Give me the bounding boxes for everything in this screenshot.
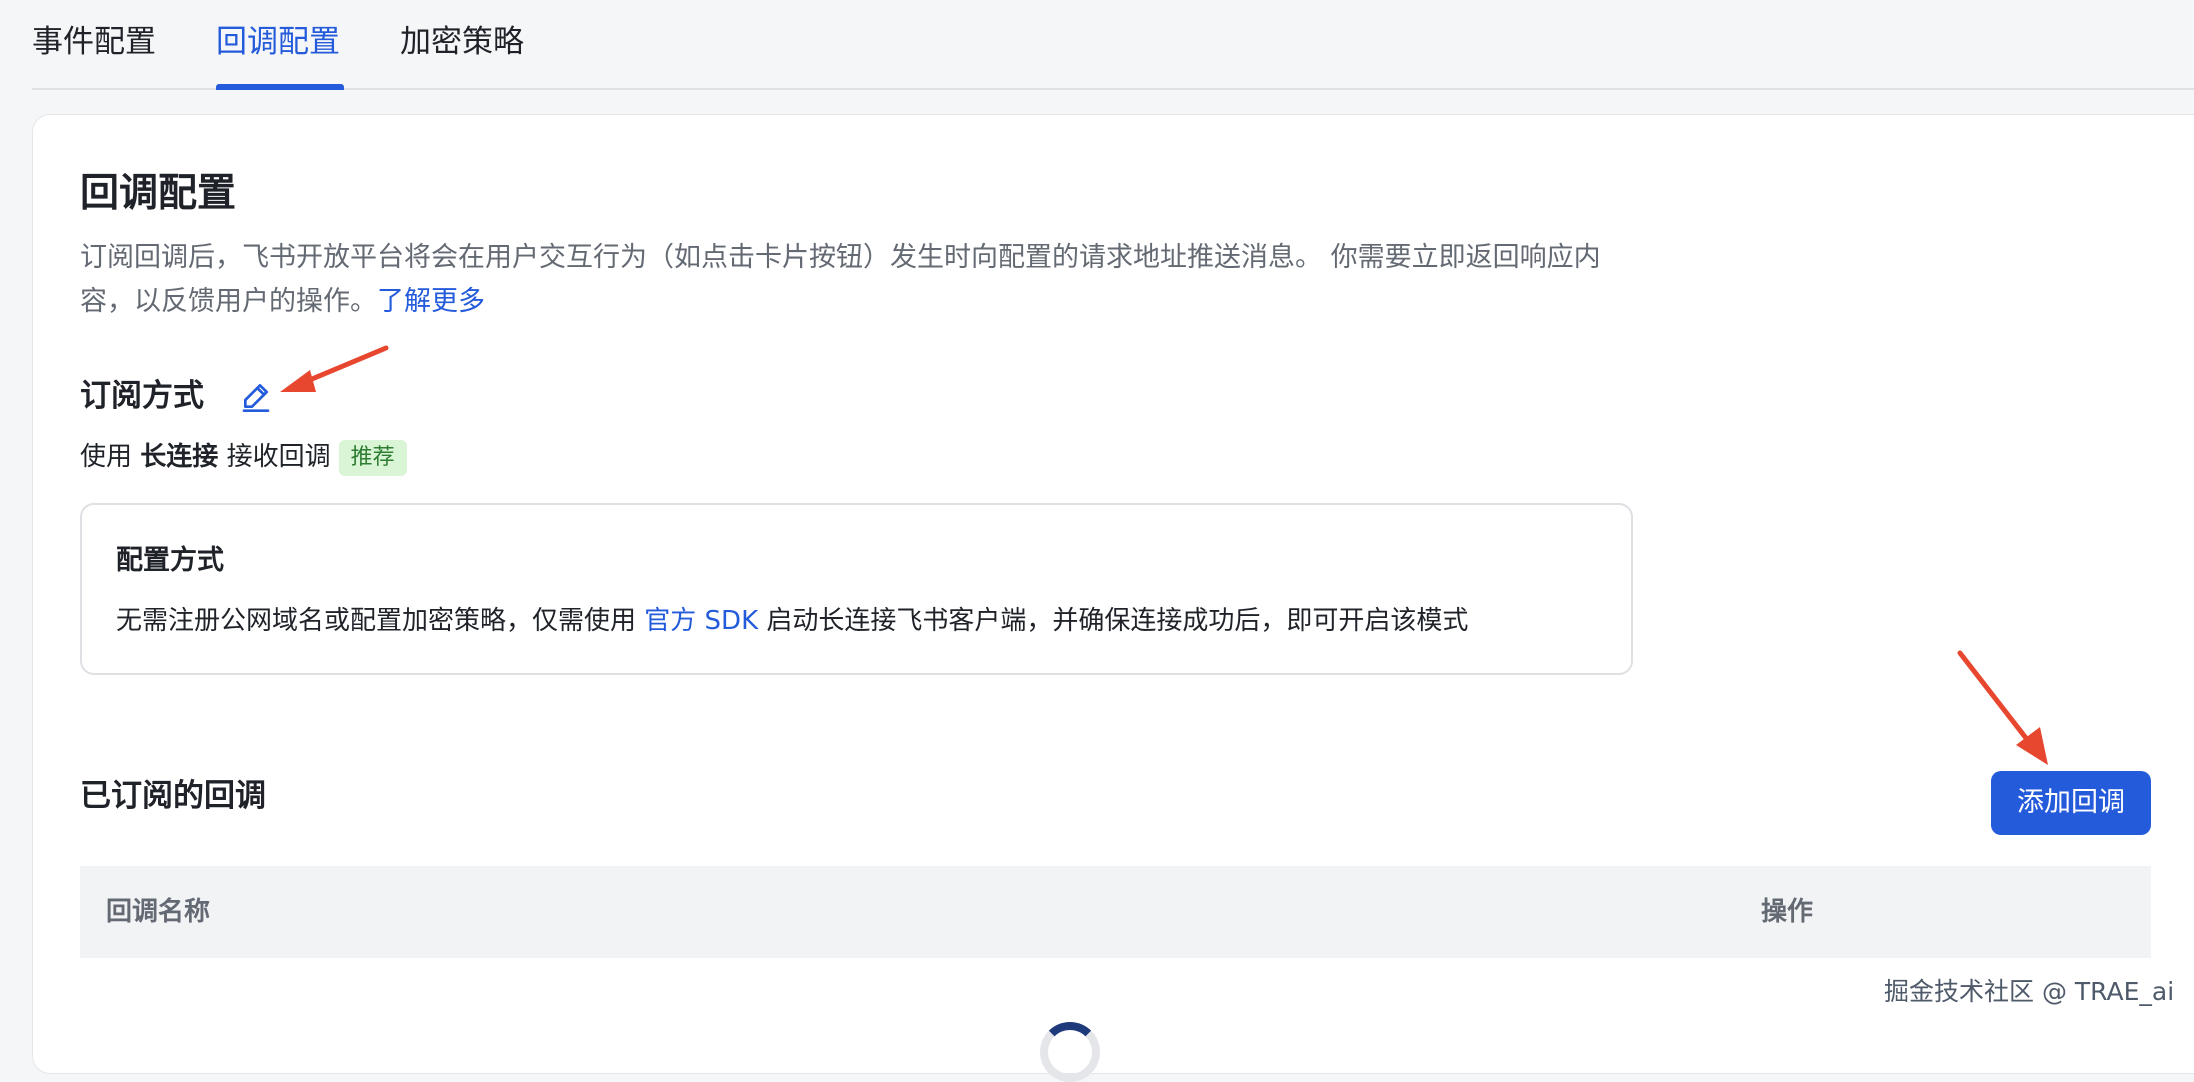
recommended-badge: 推荐 <box>338 439 407 476</box>
config-method-text: 无需注册公网域名或配置加密策略，仅需使用 官方 SDK 启动长连接飞书客户端，并… <box>116 601 1468 641</box>
active-tab-indicator <box>216 84 344 90</box>
loading-spinner-icon <box>1040 1022 1100 1082</box>
watermark: 掘金技术社区 @ TRAE_ai <box>1884 977 2175 1006</box>
callbacks-table-header: 回调名称 操作 <box>80 866 2151 958</box>
description-line2: 容，以反馈用户的操作。 <box>80 286 377 317</box>
pencil-icon[interactable] <box>240 380 272 412</box>
official-sdk-link[interactable]: 官方 SDK <box>644 606 758 636</box>
mode-prefix: 使用 <box>80 442 133 472</box>
column-header-actions: 操作 <box>1761 897 1814 927</box>
tab-event-config[interactable]: 事件配置 <box>32 20 156 64</box>
config-text-before: 无需注册公网域名或配置加密策略，仅需使用 <box>116 606 637 636</box>
add-callback-button[interactable]: 添加回调 <box>1991 771 2151 835</box>
tab-callback-config[interactable]: 回调配置 <box>216 20 340 64</box>
mode-name: 长连接 <box>140 442 219 472</box>
description-line1: 订阅回调后，飞书开放平台将会在用户交互行为（如点击卡片按钮）发生时向配置的请求地… <box>80 242 1601 273</box>
subscription-mode: 使用 长连接 接收回调 推荐 <box>80 436 407 478</box>
tab-bar: 事件配置 回调配置 加密策略 <box>32 0 2194 90</box>
tab-encryption-strategy[interactable]: 加密策略 <box>400 20 524 64</box>
mode-suffix: 接收回调 <box>226 442 331 472</box>
config-method-box: 配置方式 无需注册公网域名或配置加密策略，仅需使用 官方 SDK 启动长连接飞书… <box>80 503 1633 675</box>
section-description: 订阅回调后，飞书开放平台将会在用户交互行为（如点击卡片按钮）发生时向配置的请求地… <box>80 236 1680 324</box>
config-method-title: 配置方式 <box>116 545 224 576</box>
subscription-method-title: 订阅方式 <box>80 378 204 414</box>
config-text-after: 启动长连接飞书客户端，并确保连接成功后，即可开启该模式 <box>766 606 1469 636</box>
column-header-callback-name: 回调名称 <box>106 897 211 927</box>
subscribed-callbacks-title: 已订阅的回调 <box>80 778 266 814</box>
page-title: 回调配置 <box>80 171 237 216</box>
learn-more-link[interactable]: 了解更多 <box>377 286 485 317</box>
